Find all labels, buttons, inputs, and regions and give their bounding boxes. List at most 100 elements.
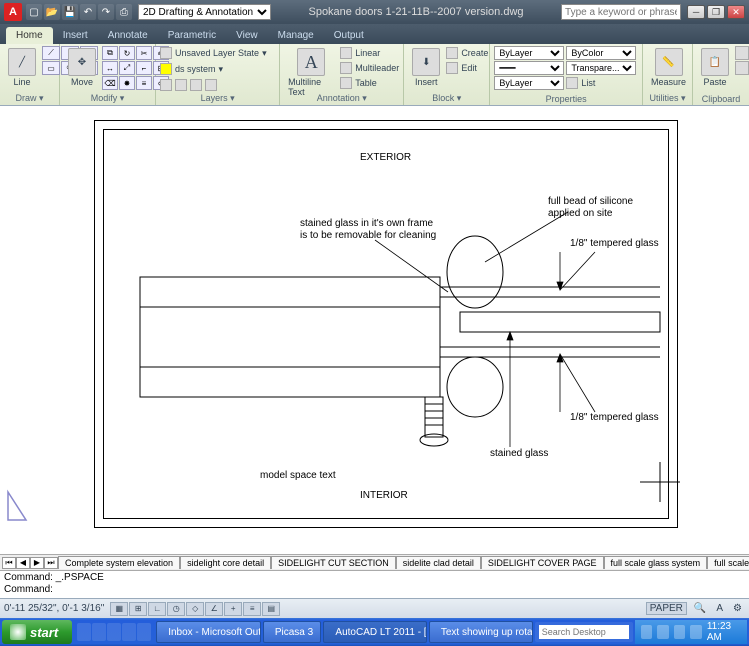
status-workspace-icon[interactable]: ⚙ bbox=[730, 603, 745, 614]
erase-icon[interactable]: ⌫ bbox=[102, 76, 118, 90]
qat-save-icon[interactable]: 💾 bbox=[62, 4, 78, 20]
ql-4[interactable] bbox=[122, 623, 136, 641]
status-anno-icon[interactable]: A bbox=[713, 603, 726, 614]
tray-volume-icon[interactable] bbox=[690, 625, 702, 639]
tray-icon-1[interactable] bbox=[641, 625, 653, 639]
tab-output[interactable]: Output bbox=[324, 27, 374, 44]
grid-toggle[interactable]: ⊞ bbox=[129, 602, 147, 616]
ql-5[interactable] bbox=[137, 623, 151, 641]
layout-tab-2[interactable]: SIDELIGHT CUT SECTION bbox=[271, 556, 396, 569]
mleader-button[interactable]: Multileader bbox=[340, 61, 399, 75]
layout-prev-button[interactable]: ◀ bbox=[16, 557, 30, 569]
system-tray: 11:23 AM bbox=[635, 620, 747, 644]
cut-icon[interactable] bbox=[735, 46, 749, 60]
copy-clip-icon[interactable] bbox=[735, 61, 749, 75]
layout-tab-5[interactable]: full scale glass system bbox=[604, 556, 708, 569]
layer-freeze-icon[interactable] bbox=[160, 79, 172, 91]
taskbar-item-1[interactable]: Picasa 3 bbox=[263, 621, 322, 643]
color2-dropdown[interactable]: ByColor bbox=[566, 46, 636, 60]
tab-parametric[interactable]: Parametric bbox=[158, 27, 226, 44]
status-scale-icon[interactable]: 🔍 bbox=[691, 603, 709, 614]
table-button[interactable]: Table bbox=[340, 76, 399, 90]
list-button[interactable]: List bbox=[566, 76, 595, 90]
app-menu-button[interactable]: A bbox=[4, 3, 22, 21]
measure-button[interactable]: 📏Measure bbox=[647, 46, 690, 89]
drawing-area[interactable]: EXTERIOR INTERIOR model space text stain… bbox=[0, 106, 749, 554]
workspace-dropdown[interactable]: 2D Drafting & Annotation bbox=[138, 4, 271, 20]
desktop-search-input[interactable] bbox=[539, 625, 629, 639]
paste-button[interactable]: 📋Paste bbox=[697, 46, 733, 89]
command-prompt[interactable]: Command: bbox=[4, 584, 745, 596]
layout-next-button[interactable]: ▶ bbox=[30, 557, 44, 569]
rotate-icon[interactable]: ↻ bbox=[119, 46, 135, 60]
tray-icon-3[interactable] bbox=[674, 625, 686, 639]
lineweight-dropdown[interactable]: ━━━ bbox=[494, 61, 564, 75]
tab-manage[interactable]: Manage bbox=[268, 27, 324, 44]
layer-iso-icon[interactable] bbox=[205, 79, 217, 91]
taskbar-item-2[interactable]: AutoCAD LT 2011 - [... bbox=[323, 621, 426, 643]
layout-tab-0[interactable]: Complete system elevation bbox=[58, 556, 180, 569]
minimize-button[interactable]: ─ bbox=[687, 5, 705, 19]
mtext-button[interactable]: AMultiline Text bbox=[284, 46, 338, 99]
layout-tab-3[interactable]: sidelite clad detail bbox=[396, 556, 481, 569]
move-button[interactable]: ✥Move bbox=[64, 46, 100, 89]
tab-home[interactable]: Home bbox=[6, 27, 53, 44]
tab-view[interactable]: View bbox=[226, 27, 268, 44]
ql-2[interactable] bbox=[92, 623, 106, 641]
qat-new-icon[interactable]: ▢ bbox=[26, 4, 42, 20]
qp-toggle[interactable]: ▤ bbox=[262, 602, 280, 616]
qat-print-icon[interactable]: ⎙ bbox=[116, 4, 132, 20]
layout-first-button[interactable]: ⏮ bbox=[2, 557, 16, 569]
block-create-button[interactable]: Create bbox=[446, 46, 488, 60]
restore-button[interactable]: ❐ bbox=[707, 5, 725, 19]
trim-icon[interactable]: ✂ bbox=[136, 46, 152, 60]
ql-1[interactable] bbox=[77, 623, 91, 641]
ortho-toggle[interactable]: ∟ bbox=[148, 602, 166, 616]
qat-open-icon[interactable]: 📂 bbox=[44, 4, 60, 20]
explode-icon[interactable]: ✸ bbox=[119, 76, 135, 90]
layout-tab-1[interactable]: sidelight core detail bbox=[180, 556, 271, 569]
polar-toggle[interactable]: ◷ bbox=[167, 602, 185, 616]
insert-button[interactable]: ⬇Insert bbox=[408, 46, 444, 89]
linear-dim-button[interactable]: Linear bbox=[340, 46, 399, 60]
polyline-icon[interactable]: ⟋ bbox=[42, 46, 60, 60]
layer-lock-icon[interactable] bbox=[175, 79, 187, 91]
tab-insert[interactable]: Insert bbox=[53, 27, 98, 44]
layer-dropdown[interactable]: ds system ▾ bbox=[160, 62, 223, 76]
fillet-icon[interactable]: ⌐ bbox=[136, 61, 152, 75]
stretch-icon[interactable]: ↔ bbox=[102, 61, 118, 75]
panel-clipboard: 📋Paste Clipboard bbox=[693, 44, 749, 105]
lwt-toggle[interactable]: ≡ bbox=[243, 602, 261, 616]
taskbar-item-3[interactable]: Text showing up rota... bbox=[429, 621, 533, 643]
paper-model-toggle[interactable]: PAPER bbox=[646, 602, 687, 615]
linetype-dropdown[interactable]: ByLayer bbox=[494, 76, 564, 90]
qat-redo-icon[interactable]: ↷ bbox=[98, 4, 114, 20]
tray-icon-2[interactable] bbox=[657, 625, 669, 639]
command-line[interactable]: Command: _.PSPACE Command: bbox=[0, 570, 749, 598]
dyn-toggle[interactable]: + bbox=[224, 602, 242, 616]
layout-last-button[interactable]: ⏭ bbox=[44, 557, 58, 569]
layer-state-dropdown[interactable]: Unsaved Layer State ▾ bbox=[160, 46, 267, 60]
rect-icon[interactable]: ▭ bbox=[42, 61, 60, 75]
ql-3[interactable] bbox=[107, 623, 121, 641]
clock[interactable]: 11:23 AM bbox=[707, 621, 741, 643]
copy-icon[interactable]: ⧉ bbox=[102, 46, 118, 60]
color-dropdown[interactable]: ByLayer bbox=[494, 46, 564, 60]
tab-annotate[interactable]: Annotate bbox=[98, 27, 158, 44]
close-button[interactable]: ✕ bbox=[727, 5, 745, 19]
layout-tab-6[interactable]: full scale moldings bbox=[707, 556, 749, 569]
line-button[interactable]: ╱Line bbox=[4, 46, 40, 89]
offset-icon[interactable]: ≡ bbox=[136, 76, 152, 90]
osnap-toggle[interactable]: ◇ bbox=[186, 602, 204, 616]
scale-icon[interactable]: ⤢ bbox=[119, 61, 135, 75]
start-button[interactable]: start bbox=[2, 620, 72, 644]
layer-off-icon[interactable] bbox=[190, 79, 202, 91]
snap-toggle[interactable]: ▦ bbox=[110, 602, 128, 616]
otrack-toggle[interactable]: ∠ bbox=[205, 602, 223, 616]
help-search-input[interactable] bbox=[561, 4, 681, 20]
taskbar-item-0[interactable]: Inbox - Microsoft Out... bbox=[156, 621, 261, 643]
layout-tab-4[interactable]: SIDELIGHT COVER PAGE bbox=[481, 556, 604, 569]
block-edit-button[interactable]: Edit bbox=[446, 61, 488, 75]
transparency-dropdown[interactable]: Transpare... bbox=[566, 61, 636, 75]
qat-undo-icon[interactable]: ↶ bbox=[80, 4, 96, 20]
